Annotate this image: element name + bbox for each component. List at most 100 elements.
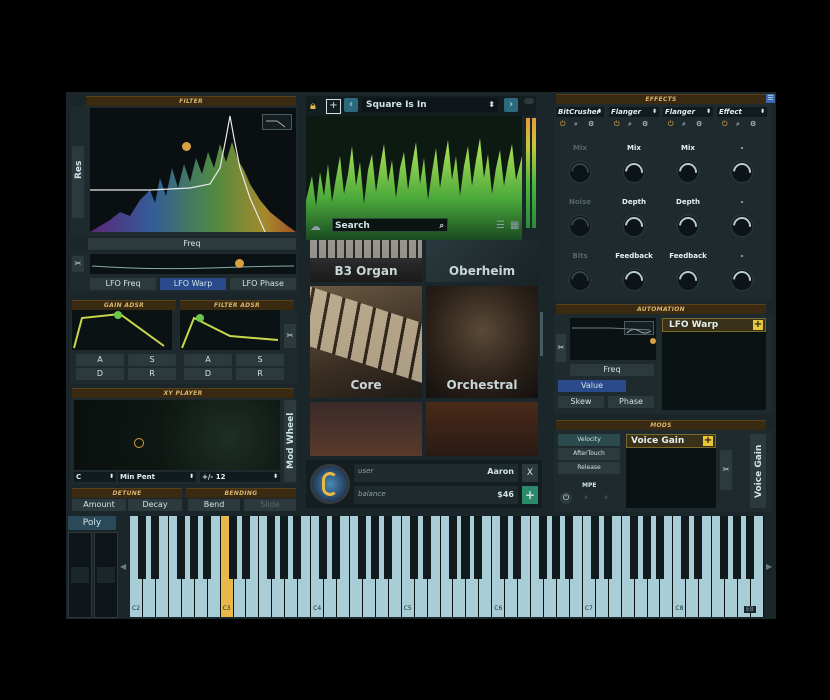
- black-key[interactable]: [629, 516, 638, 579]
- preset-tile-core[interactable]: Core: [310, 286, 422, 398]
- filter-adsr-handle[interactable]: [196, 314, 204, 322]
- effect-slot-4-power-icon[interactable]: ⏻: [722, 120, 728, 129]
- mod-source-aftertouch[interactable]: AfterTouch: [558, 448, 620, 460]
- lfo-display[interactable]: [90, 254, 296, 274]
- filter-adsr-display[interactable]: [180, 310, 280, 350]
- preset-select[interactable]: Square Is In ⬍: [362, 98, 498, 112]
- black-key[interactable]: [694, 516, 703, 579]
- black-key[interactable]: [409, 516, 418, 579]
- mod-target-item[interactable]: Voice Gain +: [626, 434, 716, 448]
- black-key[interactable]: [267, 516, 276, 579]
- add-mod-icon[interactable]: +: [703, 436, 713, 446]
- automation-skew-button[interactable]: Skew: [558, 396, 604, 408]
- black-key[interactable]: [319, 516, 328, 579]
- slide-button[interactable]: Slide: [244, 499, 296, 511]
- black-key[interactable]: [383, 516, 392, 579]
- lfo-link-icon[interactable]: ✂: [72, 256, 84, 272]
- mpe-option-1[interactable]: x: [578, 492, 594, 504]
- black-key[interactable]: [293, 516, 302, 579]
- filter-sustain-button[interactable]: S: [236, 354, 284, 366]
- black-key[interactable]: [655, 516, 664, 579]
- black-key[interactable]: [733, 516, 742, 579]
- xy-cursor[interactable]: [134, 438, 144, 448]
- preset-prev-button[interactable]: ‹: [344, 98, 358, 112]
- black-key[interactable]: [513, 516, 522, 579]
- voice-gain-slider[interactable]: Voice Gain: [750, 434, 766, 508]
- gain-adsr-handle[interactable]: [114, 311, 122, 319]
- mpe-option-2[interactable]: x: [598, 492, 614, 504]
- effect-slot-2-power-icon[interactable]: ⏻: [614, 120, 620, 129]
- black-key[interactable]: [202, 516, 211, 579]
- black-key[interactable]: [150, 516, 159, 579]
- black-key[interactable]: [422, 516, 431, 579]
- add-automation-icon[interactable]: +: [753, 320, 763, 330]
- black-key[interactable]: [565, 516, 574, 579]
- preset-tile-b3-organ[interactable]: B3 Organ: [310, 240, 422, 282]
- effect-slot-3-knob-3[interactable]: [676, 268, 700, 292]
- black-key[interactable]: [461, 516, 470, 579]
- preset-next-button[interactable]: ›: [504, 98, 518, 112]
- black-key[interactable]: [552, 516, 561, 579]
- effect-slot-2-knob-3[interactable]: [622, 268, 646, 292]
- gain-release-button[interactable]: R: [128, 368, 176, 380]
- effect-slot-1-knob-1[interactable]: [568, 160, 592, 184]
- gain-attack-button[interactable]: A: [76, 354, 124, 366]
- black-key[interactable]: [370, 516, 379, 579]
- black-key[interactable]: [176, 516, 185, 579]
- black-key[interactable]: [746, 516, 755, 579]
- filter-decay-button[interactable]: D: [184, 368, 232, 380]
- lfo-handle[interactable]: [235, 259, 244, 268]
- automation-target-list[interactable]: LFO Warp +: [662, 318, 766, 410]
- lfo-phase-button[interactable]: LFO Phase: [230, 278, 296, 290]
- browser-scrollbar[interactable]: [540, 312, 543, 356]
- list-view-icon[interactable]: ☰: [496, 220, 505, 231]
- effect-slot-4-search-icon[interactable]: ⌕: [736, 120, 740, 129]
- lock-icon[interactable]: 🔒︎: [310, 100, 320, 112]
- scale-select[interactable]: Min Pent ⬍: [118, 472, 196, 482]
- effect-slot-3-search-icon[interactable]: ⌕: [682, 120, 686, 129]
- filter-release-button[interactable]: R: [236, 368, 284, 380]
- effect-slot-1-gear-icon[interactable]: ⚙: [588, 120, 594, 128]
- effect-slot-2-knob-2[interactable]: [622, 214, 646, 238]
- effect-slot-2-knob-1[interactable]: [622, 160, 646, 184]
- filter-type-icon[interactable]: [262, 114, 292, 130]
- preset-tile-orchestral[interactable]: Orchestral: [426, 286, 538, 398]
- filter-display[interactable]: [90, 108, 296, 232]
- mod-target-list[interactable]: Voice Gain +: [626, 434, 716, 508]
- black-key[interactable]: [357, 516, 366, 579]
- gain-adsr-display[interactable]: [72, 310, 172, 350]
- automation-handle[interactable]: [650, 338, 656, 344]
- black-key[interactable]: [590, 516, 599, 579]
- black-key[interactable]: [474, 516, 483, 579]
- mod-source-velocity[interactable]: Velocity: [558, 434, 620, 446]
- detune-amount-button[interactable]: Amount: [72, 499, 126, 511]
- automation-link-icon[interactable]: ✂: [556, 334, 566, 362]
- automation-target-item[interactable]: LFO Warp +: [662, 318, 766, 332]
- black-key[interactable]: [539, 516, 548, 579]
- mod-wheel-strip[interactable]: [94, 532, 118, 618]
- cloud-icon[interactable]: ☁: [310, 220, 321, 233]
- res-slider[interactable]: Res: [72, 146, 84, 218]
- detune-decay-button[interactable]: Decay: [128, 499, 182, 511]
- automation-freq-button[interactable]: Freq: [570, 364, 654, 376]
- black-key[interactable]: [681, 516, 690, 579]
- preset-tile-concert[interactable]: [310, 402, 422, 456]
- automation-phase-button[interactable]: Phase: [608, 396, 654, 408]
- effect-slot-4-select[interactable]: Effect ⬍: [717, 107, 767, 117]
- range-select[interactable]: +/- 12 ⬍: [200, 472, 280, 482]
- preset-tile-oberheim[interactable]: Oberheim: [426, 240, 538, 282]
- freq-slider[interactable]: Freq: [88, 238, 296, 250]
- preset-tile-hall[interactable]: [426, 402, 538, 456]
- black-key[interactable]: [603, 516, 612, 579]
- save-preset-icon[interactable]: +: [326, 99, 341, 114]
- automation-value-button[interactable]: Value: [558, 380, 626, 392]
- effect-slot-1-power-icon[interactable]: ⏻: [560, 120, 566, 129]
- black-key[interactable]: [720, 516, 729, 579]
- effect-slot-2-search-icon[interactable]: ⌕: [628, 120, 632, 129]
- poly-mode-button[interactable]: Poly: [68, 516, 116, 530]
- keyboard-nav-left[interactable]: ◀: [120, 562, 126, 571]
- effect-slot-4-knob-2[interactable]: [730, 214, 754, 238]
- effect-slot-1-select[interactable]: BitCrusher ⬍: [556, 107, 604, 117]
- gain-decay-button[interactable]: D: [76, 368, 124, 380]
- effect-slot-4-knob-3[interactable]: [730, 268, 754, 292]
